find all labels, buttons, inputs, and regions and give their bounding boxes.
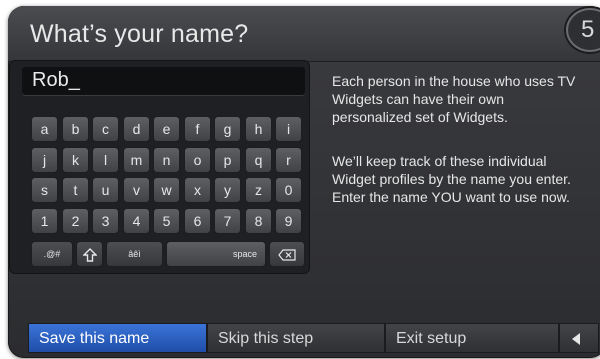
key-k[interactable]: k (62, 147, 89, 173)
key-c[interactable]: c (92, 116, 119, 142)
key-5[interactable]: 5 (153, 208, 180, 234)
key-3[interactable]: 3 (92, 208, 119, 234)
key-n[interactable]: n (153, 147, 180, 173)
space-key[interactable]: space (166, 241, 266, 267)
key-w[interactable]: w (153, 177, 180, 203)
key-q[interactable]: q (245, 147, 272, 173)
key-0[interactable]: 0 (275, 177, 302, 203)
key-p[interactable]: p (214, 147, 241, 173)
key-f[interactable]: f (184, 116, 211, 142)
key-9[interactable]: 9 (275, 208, 302, 234)
key-a[interactable]: a (31, 116, 58, 142)
name-input[interactable]: Rob_ (22, 67, 305, 95)
left-arrow-icon (572, 333, 580, 345)
key-2[interactable]: 2 (62, 208, 89, 234)
key-e[interactable]: e (153, 116, 180, 142)
key-8[interactable]: 8 (245, 208, 272, 234)
dialog-header: What’s your name? (8, 6, 600, 62)
key-g[interactable]: g (214, 116, 241, 142)
description-paragraph-2: We’ll keep track of these individual Wid… (332, 153, 571, 205)
backspace-icon (278, 249, 296, 261)
key-6[interactable]: 6 (184, 208, 211, 234)
space-key-label: space (232, 249, 257, 259)
key-i[interactable]: i (275, 116, 302, 142)
accents-key[interactable]: âêì (106, 241, 163, 267)
key-h[interactable]: h (245, 116, 272, 142)
key-z[interactable]: z (245, 177, 272, 203)
shift-key[interactable] (76, 241, 103, 267)
key-b[interactable]: b (62, 116, 89, 142)
key-s[interactable]: s (31, 177, 58, 203)
key-x[interactable]: x (184, 177, 211, 203)
accents-key-label: âêì (128, 249, 141, 259)
key-t[interactable]: t (62, 177, 89, 203)
key-j[interactable]: j (31, 147, 58, 173)
symbols-key-label: .@# (43, 249, 61, 259)
key-4[interactable]: 4 (123, 208, 150, 234)
backspace-key[interactable] (269, 241, 305, 267)
key-l[interactable]: l (92, 147, 119, 173)
key-u[interactable]: u (92, 177, 119, 203)
key-y[interactable]: y (214, 177, 241, 203)
key-1[interactable]: 1 (31, 208, 58, 234)
key-7[interactable]: 7 (214, 208, 241, 234)
description-paragraph-1: Each person in the house who uses TV Wid… (332, 73, 576, 125)
key-o[interactable]: o (184, 147, 211, 173)
name-input-value: Rob_ (32, 69, 80, 91)
shift-arrow-icon (81, 248, 98, 262)
step-number: 5 (581, 16, 595, 43)
key-v[interactable]: v (123, 177, 150, 203)
key-r[interactable]: r (275, 147, 302, 173)
page-title: What’s your name? (30, 20, 249, 48)
key-m[interactable]: m (123, 147, 150, 173)
symbols-key[interactable]: .@# (31, 241, 73, 267)
key-d[interactable]: d (123, 116, 150, 142)
